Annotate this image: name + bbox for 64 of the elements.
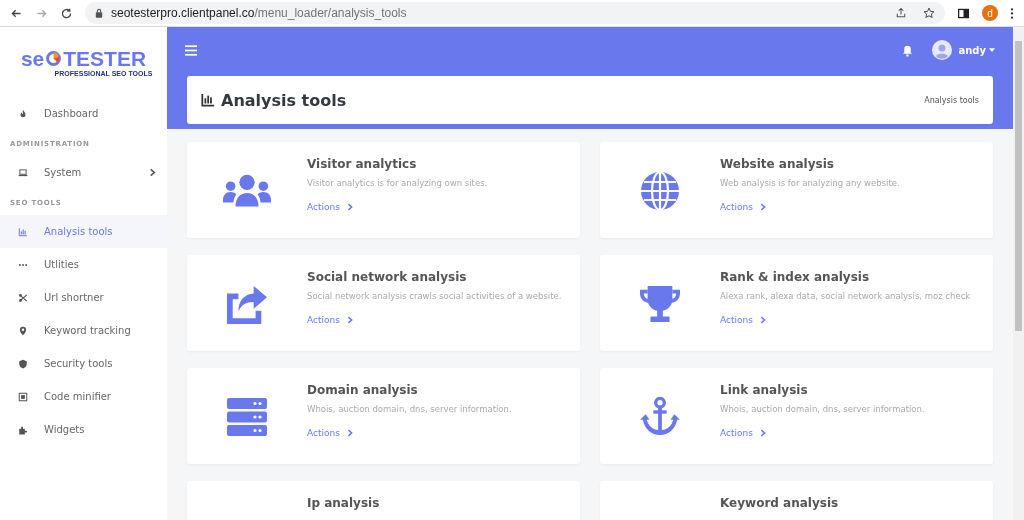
sidebar-item[interactable]: Analysis tools (0, 215, 167, 248)
code-window-icon (18, 391, 28, 402)
flame-icon (18, 108, 28, 119)
actions-link[interactable]: Actions (307, 428, 354, 438)
logo-text: se (20, 47, 45, 69)
chevron-right-icon (758, 429, 767, 437)
card-description: Whois, auction domain, dns, server information. (720, 404, 925, 414)
more-menu-icon[interactable] (1010, 6, 1014, 20)
user-avatar-icon[interactable] (932, 40, 953, 60)
card-title: Keyword analysis (720, 496, 839, 510)
card-description: Alexa rank, alexa data, social network analysis, moz check (720, 291, 971, 301)
lock-icon (95, 8, 103, 18)
address-bar[interactable]: seotesterpro.clientpanel.co/menu_loader/analysis_tools (85, 2, 945, 24)
scrollbar-thumb[interactable] (1015, 41, 1022, 331)
chevron-right-icon (345, 429, 354, 437)
share-icon[interactable] (895, 7, 907, 19)
sidebar-item[interactable]: Keyword tracking (0, 314, 167, 347)
actions-link[interactable]: Actions (307, 315, 354, 325)
card-description: Visitor analytics is for analyzing own sites. (307, 178, 488, 188)
sidebar-item[interactable]: System (0, 156, 167, 189)
puzzle-icon (18, 424, 28, 435)
user-menu[interactable]: andy (958, 44, 995, 56)
chevron-right-icon (758, 203, 767, 211)
shield-icon (18, 358, 28, 369)
map-pin-icon (18, 325, 28, 336)
card-description: Whois, auction domain, dns, server information. (307, 404, 512, 414)
card-title: Link analysis (720, 383, 808, 397)
logo-text: TESTER (63, 47, 147, 69)
star-icon[interactable] (923, 7, 935, 19)
card-title: Ip analysis (307, 496, 380, 510)
card-description: Web analysis is for analyzing any website. (720, 178, 900, 188)
card-title: Social network analysis (307, 270, 467, 284)
reload-icon[interactable] (60, 6, 73, 20)
menu-icon[interactable] (185, 44, 197, 56)
sidebar-item[interactable]: Url shortner (0, 281, 167, 314)
caret-down-icon (989, 48, 995, 52)
sidebar-item[interactable]: Dashboard (0, 97, 167, 130)
url-text: seotesterpro.clientpanel.co/menu_loader/analysis_tools (111, 6, 408, 20)
card-title: Website analysis (720, 157, 834, 171)
page-title: Analysis tools (221, 90, 347, 110)
laptop-icon (18, 167, 28, 178)
chevron-right-icon (345, 316, 354, 324)
sidebar-item[interactable]: Security tools (0, 347, 167, 380)
actions-link[interactable]: Actions (720, 315, 767, 325)
sidebar-item[interactable]: Utlities (0, 248, 167, 281)
sidebar-item[interactable]: Code minifier (0, 380, 167, 413)
bar-chart-icon (201, 93, 215, 107)
chevron-right-icon (345, 203, 354, 211)
bar-chart-icon (18, 226, 28, 237)
chevron-right-icon (758, 316, 767, 324)
scrollbar[interactable] (1013, 27, 1024, 520)
scissors-icon (18, 292, 28, 303)
actions-link[interactable]: Actions (720, 202, 767, 212)
actions-link[interactable]: Actions (720, 428, 767, 438)
actions-link[interactable]: Actions (307, 202, 354, 212)
pie-chart-icon (45, 49, 63, 67)
breadcrumb[interactable]: Analysis tools (924, 95, 979, 105)
card-description: Social network analysis crawls social activities of a website. (307, 291, 562, 301)
card-title: Domain analysis (307, 383, 418, 397)
bell-icon[interactable] (901, 43, 915, 57)
sidebar-item[interactable]: Widgets (0, 413, 167, 446)
card-title: Visitor analytics (307, 157, 417, 171)
card-title: Rank & index analysis (720, 270, 870, 284)
side-panel-icon[interactable] (957, 6, 970, 20)
